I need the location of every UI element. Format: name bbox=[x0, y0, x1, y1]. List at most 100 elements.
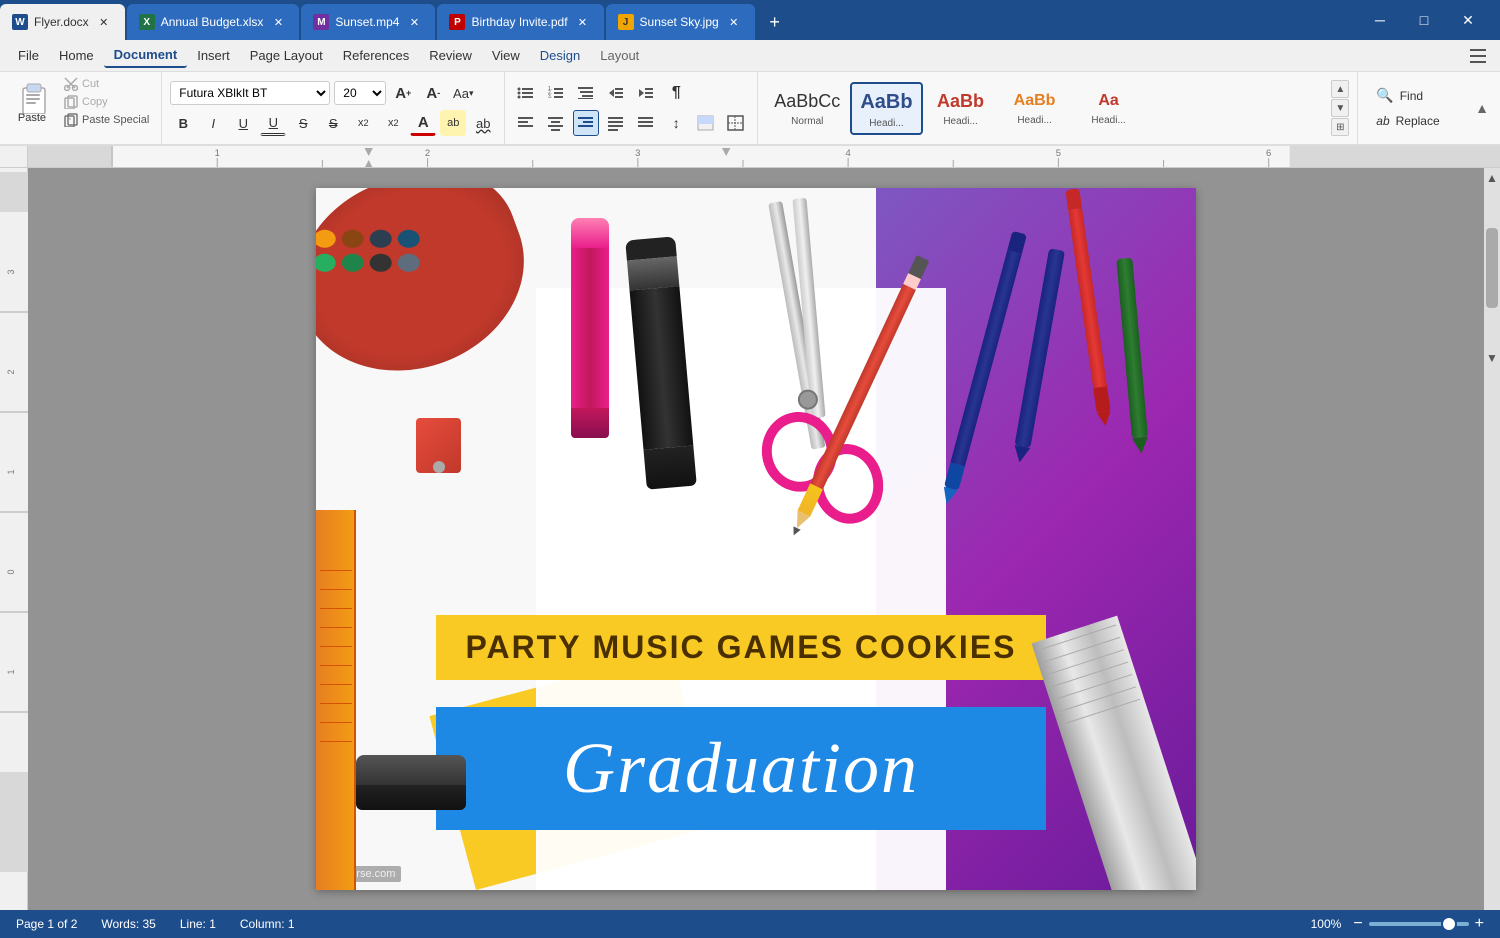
style-heading2[interactable]: AaBb Headi... bbox=[925, 85, 997, 131]
zoom-thumb[interactable] bbox=[1441, 916, 1457, 932]
decrease-indent-button[interactable] bbox=[603, 80, 629, 106]
document-canvas[interactable]: PARTY MUSIC GAMES COOKIES Graduation fil… bbox=[28, 168, 1484, 910]
maximize-button[interactable]: □ bbox=[1404, 6, 1444, 34]
styles-expand[interactable]: ⊞ bbox=[1331, 118, 1349, 136]
scrollbar-thumb[interactable] bbox=[1486, 228, 1498, 308]
align-right-button[interactable] bbox=[573, 110, 599, 136]
tab-birthday-close[interactable]: ✕ bbox=[574, 13, 592, 31]
bold-button[interactable]: B bbox=[170, 110, 196, 136]
tab-sunset-close[interactable]: ✕ bbox=[405, 13, 423, 31]
paste-button[interactable]: Paste bbox=[8, 76, 56, 128]
shrink-font-button[interactable]: A- bbox=[420, 80, 446, 106]
borders-button[interactable] bbox=[723, 110, 749, 136]
menu-document[interactable]: Document bbox=[104, 43, 188, 68]
font-row-1: Futura XBlkIt BT 20 A+ A- Aa▾ bbox=[170, 80, 496, 106]
tab-flyer[interactable]: W Flyer.docx ✕ bbox=[0, 4, 125, 40]
grow-font-button[interactable]: A+ bbox=[390, 80, 416, 106]
svg-text:1: 1 bbox=[6, 469, 16, 474]
font-size-select[interactable]: 20 bbox=[334, 81, 386, 105]
change-case-button[interactable]: Aa▾ bbox=[450, 80, 476, 106]
vertical-ruler-svg: 3 2 1 0 1 bbox=[0, 172, 28, 872]
menu-layout[interactable]: Layout bbox=[590, 44, 649, 67]
svg-text:3: 3 bbox=[6, 269, 16, 274]
vertical-scrollbar[interactable]: ▲ ▼ bbox=[1484, 168, 1500, 910]
bullets-button[interactable] bbox=[513, 80, 539, 106]
font-color-button[interactable]: A bbox=[410, 110, 436, 136]
page-info: Page 1 of 2 bbox=[16, 917, 77, 931]
menu-insert[interactable]: Insert bbox=[187, 44, 240, 67]
title-bar: W Flyer.docx ✕ X Annual Budget.xlsx ✕ M … bbox=[0, 0, 1500, 40]
align-center-button[interactable] bbox=[543, 110, 569, 136]
graduation-text: Graduation bbox=[563, 727, 919, 810]
flyer-banner: PARTY MUSIC GAMES COOKIES bbox=[436, 615, 1046, 680]
styles-scroll-down[interactable]: ▼ bbox=[1331, 99, 1349, 117]
menu-view[interactable]: View bbox=[482, 44, 530, 67]
zoom-plus-button[interactable]: + bbox=[1475, 915, 1484, 933]
tab-birthday[interactable]: P Birthday Invite.pdf ✕ bbox=[437, 4, 603, 40]
superscript-button[interactable]: x2 bbox=[350, 110, 376, 136]
paste-special-icon: * bbox=[64, 113, 78, 127]
close-button[interactable]: ✕ bbox=[1448, 6, 1488, 34]
find-button[interactable]: 🔍 Find bbox=[1370, 84, 1456, 107]
menu-review[interactable]: Review bbox=[419, 44, 482, 67]
strikethrough2-button[interactable]: S bbox=[320, 110, 346, 136]
tab-budget[interactable]: X Annual Budget.xlsx ✕ bbox=[127, 4, 300, 40]
menu-pagelayout[interactable]: Page Layout bbox=[240, 44, 333, 67]
align-extra-icon bbox=[637, 115, 655, 131]
underline2-button[interactable]: U bbox=[260, 110, 286, 136]
paste-special-button[interactable]: * Paste Special bbox=[60, 112, 153, 128]
replace-button[interactable]: ab Replace bbox=[1370, 111, 1456, 131]
ribbon: Paste Cut bbox=[0, 72, 1500, 146]
zoom-minus-button[interactable]: − bbox=[1353, 915, 1362, 933]
line-spacing-button[interactable]: ↕ bbox=[663, 110, 689, 136]
show-formatting-button[interactable]: ¶ bbox=[663, 80, 689, 106]
paste-small-buttons: Cut Copy * bbox=[60, 76, 153, 128]
zoom-level: 100% bbox=[1311, 917, 1342, 931]
styles-scroll-up[interactable]: ▲ bbox=[1331, 80, 1349, 98]
graduation-banner: Graduation bbox=[436, 707, 1046, 830]
font-row-2: B I U U S S x2 x2 A ab ab bbox=[170, 110, 496, 136]
main-area: 3 2 1 0 1 bbox=[0, 168, 1500, 910]
style-normal[interactable]: AaBbCc Normal bbox=[766, 85, 848, 131]
new-tab-button[interactable]: + bbox=[757, 4, 793, 40]
font-name-select[interactable]: Futura XBlkIt BT bbox=[170, 81, 330, 105]
zoom-slider[interactable] bbox=[1369, 922, 1469, 926]
hamburger-line bbox=[1470, 49, 1486, 51]
menu-file[interactable]: File bbox=[8, 44, 49, 67]
tab-flyer-label: Flyer.docx bbox=[34, 15, 89, 29]
increase-indent-button[interactable] bbox=[633, 80, 659, 106]
align-extra-button[interactable] bbox=[633, 110, 659, 136]
highlight-button[interactable]: ab bbox=[440, 110, 466, 136]
tab-budget-close[interactable]: ✕ bbox=[269, 13, 287, 31]
menu-home[interactable]: Home bbox=[49, 44, 104, 67]
minimize-button[interactable]: ─ bbox=[1360, 6, 1400, 34]
cut-button[interactable]: Cut bbox=[60, 76, 153, 92]
tab-sky[interactable]: J Sunset Sky.jpg ✕ bbox=[606, 4, 755, 40]
svg-text:2: 2 bbox=[6, 369, 16, 374]
numbering-button[interactable]: 1. 2. 3. bbox=[543, 80, 569, 106]
justify-button[interactable] bbox=[603, 110, 629, 136]
tab-flyer-close[interactable]: ✕ bbox=[95, 13, 113, 31]
strikethrough-button[interactable]: S bbox=[290, 110, 316, 136]
style-heading3[interactable]: AaBb Headi... bbox=[999, 86, 1071, 129]
highlight2-button[interactable]: ab bbox=[470, 110, 496, 136]
underline-button[interactable]: U bbox=[230, 110, 256, 136]
menu-design[interactable]: Design bbox=[530, 44, 590, 67]
hamburger-menu[interactable] bbox=[1464, 42, 1492, 70]
italic-button[interactable]: I bbox=[200, 110, 226, 136]
scrollbar-down-button[interactable]: ▼ bbox=[1484, 348, 1500, 368]
banner-party: PARTY bbox=[465, 629, 581, 666]
align-left-button[interactable] bbox=[513, 110, 539, 136]
ribbon-collapse-button[interactable]: ▲ bbox=[1468, 100, 1496, 116]
find-icon: 🔍 bbox=[1376, 87, 1393, 104]
menu-references[interactable]: References bbox=[333, 44, 419, 67]
style-heading1[interactable]: AaBb Headi... bbox=[850, 82, 922, 135]
tab-sunset[interactable]: M Sunset.mp4 ✕ bbox=[301, 4, 435, 40]
copy-button[interactable]: Copy bbox=[60, 94, 153, 110]
subscript-button[interactable]: x2 bbox=[380, 110, 406, 136]
tab-sky-close[interactable]: ✕ bbox=[725, 13, 743, 31]
scrollbar-up-button[interactable]: ▲ bbox=[1484, 168, 1500, 188]
style-heading4[interactable]: Aa Headi... bbox=[1073, 86, 1145, 129]
multilevel-button[interactable] bbox=[573, 80, 599, 106]
shading-button[interactable] bbox=[693, 110, 719, 136]
